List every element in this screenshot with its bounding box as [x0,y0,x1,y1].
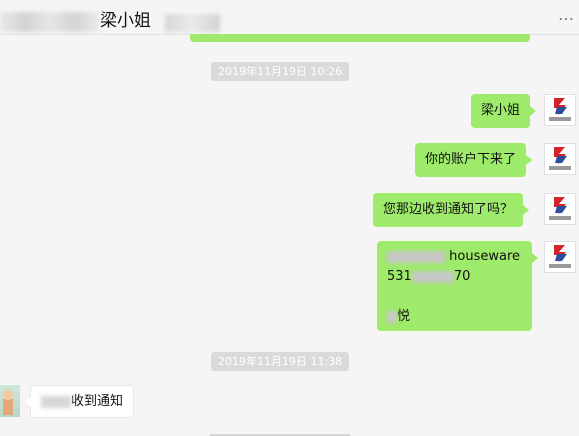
message-text: 梁小姐 [481,103,521,118]
avatar[interactable] [544,241,576,273]
user-avatar[interactable] [0,385,20,417]
redacted-text [41,395,71,408]
redacted-text [411,270,454,283]
message-text: 您那边收到通知了吗？ [383,202,514,217]
redacted-text [387,310,397,323]
card-blank-line [387,287,522,307]
message-bubble-out[interactable]: 您那边收到通知了吗？ [373,193,530,227]
brand-logo-icon [545,194,575,224]
user-avatar-icon [3,390,13,415]
redacted-title-prefix [0,12,100,32]
avatar[interactable] [544,193,576,225]
avatar[interactable] [544,94,576,126]
avatar[interactable] [544,143,576,175]
message-bubble-in[interactable]: 收到通知 [25,385,134,418]
message-text: 你的账户下来了 [425,152,517,167]
redacted-text [387,250,445,263]
message-bubble-out[interactable]: 你的账户下来了 [415,143,533,177]
card-line-3: 悦 [387,307,522,327]
more-options-icon[interactable]: … [557,6,575,24]
message-text: 收到通知 [71,394,124,409]
brand-logo-icon [545,95,575,125]
card-line-1: houseware [387,247,522,267]
message-bubble-out[interactable]: 梁小姐 [471,94,537,128]
card-line-2: 531 70 [387,269,471,284]
message-bubble-card[interactable]: houseware 531 70 悦 [377,241,538,331]
redacted-title-suffix [165,14,220,32]
contact-name: 梁小姐 [100,11,151,31]
timestamp: 2019年11月19日 11:38 [211,352,350,371]
brand-logo-icon [545,242,575,272]
previous-message-bubble[interactable] [190,34,530,42]
chat-title-bar: 梁小姐 … [0,0,579,35]
timestamp: 2019年11月19日 10:26 [211,62,350,81]
brand-logo-icon [545,144,575,174]
